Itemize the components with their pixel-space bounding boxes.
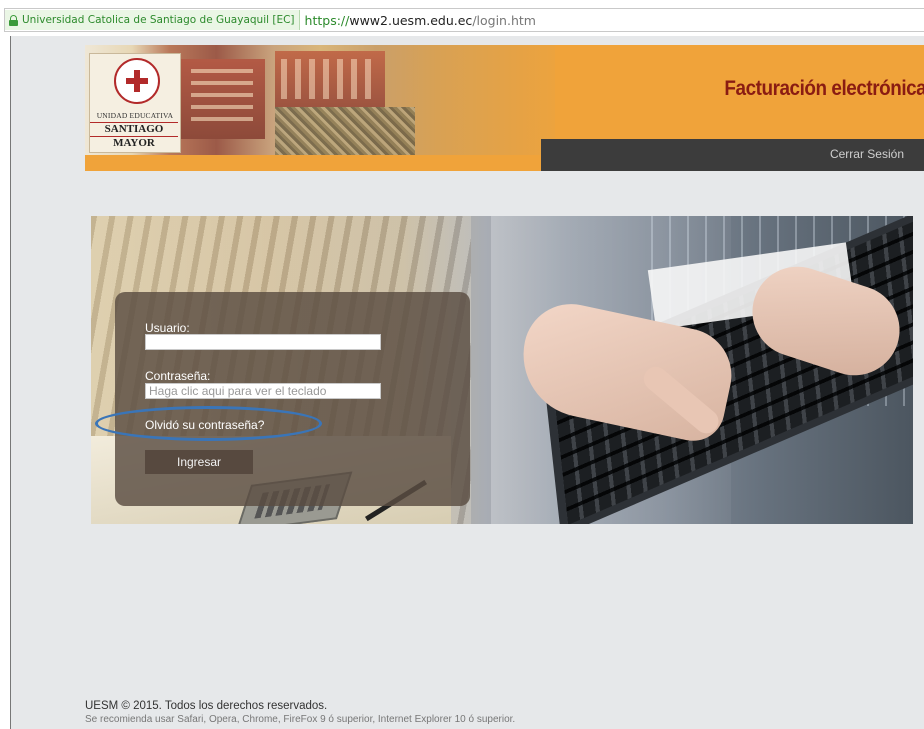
address-bar[interactable]: Universidad Catolica de Santiago de Guay… [0, 0, 924, 36]
url-text[interactable]: https://www2.uesm.edu.ec/login.htm [300, 13, 536, 28]
forgot-password-highlight-annotation [95, 406, 322, 441]
username-input[interactable] [145, 334, 381, 350]
logo-line-3: MAYOR [90, 136, 178, 149]
password-input[interactable]: Haga clic aqui para ver el teclado [145, 383, 381, 399]
logo-line-2: SANTIAGO [90, 122, 178, 135]
username-label: Usuario: [145, 321, 190, 335]
certificate-label: Universidad Catolica de Santiago de Guay… [22, 14, 295, 26]
url-protocol: https:// [304, 12, 350, 28]
logo-line-1: UNIDAD EDUCATIVA [96, 111, 174, 120]
page-title: Facturación electrónica [724, 77, 924, 100]
lock-icon [9, 14, 18, 26]
left-strip [0, 36, 11, 729]
footer-copyright: UESM © 2015. Todos los derechos reservad… [85, 700, 328, 712]
header-banner: UNIDAD EDUCATIVA SANTIAGO MAYOR Facturac… [85, 45, 924, 171]
login-panel: Usuario: Contraseña: Haga clic aqui para… [115, 292, 470, 506]
address-bar-field[interactable]: Universidad Catolica de Santiago de Guay… [4, 8, 924, 32]
school-logo: UNIDAD EDUCATIVA SANTIAGO MAYOR [89, 53, 181, 153]
school-seal-icon [114, 58, 160, 104]
logout-link[interactable]: Cerrar Sesión [830, 147, 904, 161]
security-certificate-badge[interactable]: Universidad Catolica de Santiago de Guay… [5, 10, 300, 30]
header-nav-bar: Cerrar Sesión [541, 139, 924, 171]
login-submit-button[interactable]: Ingresar [145, 450, 253, 474]
footer-browser-recommendation: Se recomienda usar Safari, Opera, Chrome… [85, 714, 516, 725]
password-label: Contraseña: [145, 369, 211, 383]
url-path: /login.htm [472, 12, 536, 28]
url-host: www2.uesm.edu.ec [349, 12, 473, 28]
